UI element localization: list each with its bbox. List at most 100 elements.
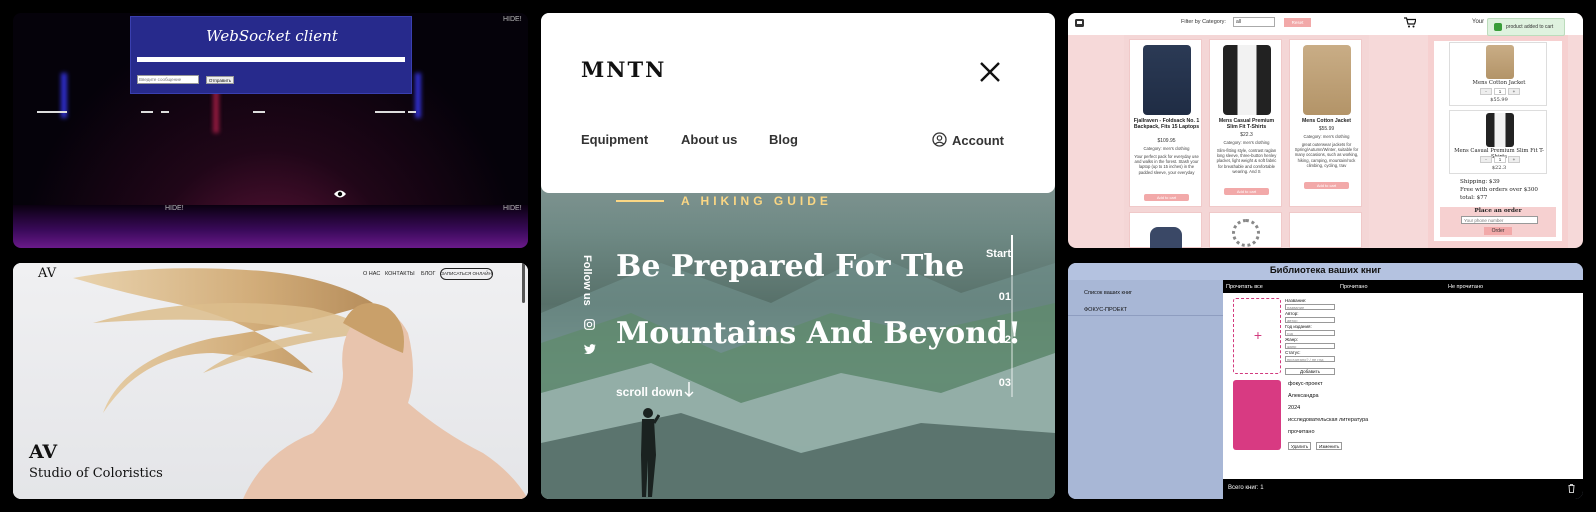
cart-item-image xyxy=(1486,113,1514,147)
cart-icon[interactable] xyxy=(1404,17,1416,28)
author-label: Автор: xyxy=(1285,311,1299,316)
nav-contacts[interactable]: КОНТАКТЫ xyxy=(385,271,415,277)
navigation-card: MNTN Equipment About us Blog Account xyxy=(541,13,1055,193)
tab-read[interactable]: Прочитано xyxy=(1340,284,1368,290)
close-icon[interactable] xyxy=(978,60,1002,84)
title-input[interactable]: название xyxy=(1285,304,1335,310)
filter-tabs: Прочитать все Прочитано Не прочитано xyxy=(1223,280,1583,293)
book-cover xyxy=(1233,380,1281,450)
nav-about[interactable]: О НАС xyxy=(363,271,380,277)
cover-upload[interactable]: + xyxy=(1233,298,1281,374)
book-online-button[interactable]: ЗАПИСАТЬСЯ ОНЛАЙН xyxy=(440,268,493,280)
product-grid: Fjallraven - Foldsack No. 1 Backpack, Fi… xyxy=(1124,35,1369,248)
product-description: Your perfect pack for everyday use and w… xyxy=(1134,154,1199,175)
tab-all[interactable]: Прочитать все xyxy=(1226,284,1263,290)
status-select[interactable]: прочитано? / не глд xyxy=(1285,356,1335,362)
scroll-down-link[interactable]: scroll down xyxy=(616,385,683,399)
nav-blog[interactable]: Blog xyxy=(769,132,798,147)
app-title: Библиотека ваших книг xyxy=(1269,265,1382,276)
add-to-cart-button[interactable]: Add to cart xyxy=(1224,188,1269,195)
library-app-tile: Библиотека ваших книг Список ваших книг … xyxy=(1068,263,1583,499)
product-card: Fjallraven - Foldsack No. 1 Backpack, Fi… xyxy=(1129,39,1202,207)
site-logo[interactable]: MNTN xyxy=(581,57,666,82)
shop-logo-icon[interactable] xyxy=(1074,17,1085,28)
add-to-cart-button[interactable]: Add to cart xyxy=(1144,194,1189,201)
mntn-site-tile: MNTN Equipment About us Blog Account A H… xyxy=(541,13,1055,499)
quantity-stepper[interactable]: -1 + xyxy=(1480,88,1520,95)
product-image xyxy=(1223,45,1271,115)
tab-unread[interactable]: Не прочитано xyxy=(1448,284,1483,290)
model-hair-image xyxy=(73,268,528,499)
book-year: 2024 xyxy=(1288,405,1301,411)
eyebrow-line xyxy=(616,200,664,202)
step-01[interactable]: 01 xyxy=(999,291,1011,303)
sidebar-item-books[interactable]: Список ваших книг xyxy=(1084,290,1132,296)
cart-item-price: $22.3 xyxy=(1491,165,1507,171)
order-button[interactable]: Order xyxy=(1484,227,1512,235)
instagram-icon[interactable] xyxy=(584,319,595,330)
phone-input[interactable]: Your phone number xyxy=(1461,216,1538,224)
eye-icon[interactable] xyxy=(333,189,347,199)
sidebar: Список ваших книг ФОКУС-ПРОЕКТ xyxy=(1068,280,1223,499)
sidebar-divider xyxy=(1068,315,1223,316)
product-category: Category: men's clothing xyxy=(1303,134,1350,139)
book-status: прочитано xyxy=(1288,429,1315,435)
studio-site-tile: AV О НАС КОНТАКТЫ БЛОГ ЗАПИСАТЬСЯ ОНЛАЙН… xyxy=(13,263,528,499)
message-input[interactable]: Введите сообщение xyxy=(137,75,199,84)
hiker-figure xyxy=(641,408,660,497)
category-select[interactable]: all xyxy=(1233,17,1275,27)
hide-button[interactable]: HIDE! xyxy=(503,205,522,212)
sidebar-item-focus[interactable]: ФОКУС-ПРОЕКТ xyxy=(1084,307,1127,313)
product-price: $109.95 xyxy=(1157,138,1176,144)
step-02[interactable]: 02 xyxy=(999,334,1011,346)
progress-indicator xyxy=(1011,235,1013,275)
light-strip xyxy=(13,111,528,115)
year-input[interactable]: год xyxy=(1285,330,1335,336)
account-link[interactable]: Account xyxy=(952,133,1004,148)
product-card xyxy=(1289,212,1362,248)
delete-book-button[interactable]: Удалить xyxy=(1288,442,1312,450)
author-input[interactable]: автор xyxy=(1285,317,1335,323)
hide-button[interactable]: HIDE! xyxy=(503,16,522,23)
step-03[interactable]: 03 xyxy=(999,377,1011,389)
app-header: Библиотека ваших книг xyxy=(1068,263,1583,280)
book-list: + Название: название Автор: автор Год из… xyxy=(1223,293,1583,479)
studio-logo[interactable]: AV xyxy=(38,266,56,281)
product-price: $22.3 xyxy=(1240,132,1253,138)
check-icon xyxy=(1494,23,1502,31)
scrollbar[interactable] xyxy=(522,263,525,303)
user-icon[interactable] xyxy=(932,132,947,147)
twitter-icon[interactable] xyxy=(584,344,596,354)
nav-about-us[interactable]: About us xyxy=(681,132,737,147)
step-start[interactable]: Start xyxy=(986,248,1011,260)
arrow-down-icon xyxy=(684,382,694,397)
add-book-button[interactable]: Добавить xyxy=(1285,368,1335,375)
send-button[interactable]: Отправить xyxy=(206,76,234,84)
cart-panel: Mens Cotton Jacket -1 + $55.99 Mens Casua… xyxy=(1434,41,1562,241)
quantity-stepper[interactable]: -1 + xyxy=(1480,156,1520,163)
hide-button[interactable]: HIDE! xyxy=(165,205,184,212)
follow-us-label: Follow us xyxy=(581,255,593,306)
product-name: Mens Casual Premium Slim Fit T-Shirts xyxy=(1218,118,1275,130)
footer: Всего книг: 1 xyxy=(1223,479,1583,499)
shipping-cost: Shipping: $39 xyxy=(1460,179,1500,185)
nav-equipment[interactable]: Equipment xyxy=(581,132,648,147)
plus-icon: + xyxy=(1253,327,1263,343)
message-log xyxy=(137,57,405,62)
cart-item: Mens Cotton Jacket -1 + $55.99 xyxy=(1449,42,1547,106)
filter-label: Filter by Category: xyxy=(1181,19,1226,25)
genre-input[interactable]: жанр xyxy=(1285,343,1335,349)
book-title: фокус-проект xyxy=(1288,381,1323,387)
book-count: Всего книг: 1 xyxy=(1228,485,1264,491)
product-card: Mens Casual Premium Slim Fit T-Shirts $2… xyxy=(1209,39,1282,207)
cart-item-price: $55.99 xyxy=(1490,97,1508,103)
product-card: Mens Cotton Jacket $55.99 Category: men'… xyxy=(1289,39,1362,207)
toast-notification: product added to cart xyxy=(1487,18,1565,36)
product-category: Category: men's clothing xyxy=(1223,140,1270,145)
add-to-cart-button[interactable]: Add to cart xyxy=(1304,182,1349,189)
edit-book-button[interactable]: Изменить xyxy=(1316,442,1343,450)
product-description: great outerwear jackets for Spring/Autum… xyxy=(1294,142,1359,168)
trash-icon[interactable] xyxy=(1568,484,1575,493)
reset-button[interactable]: Reset xyxy=(1284,18,1311,27)
nav-blog[interactable]: БЛОГ xyxy=(421,271,435,277)
